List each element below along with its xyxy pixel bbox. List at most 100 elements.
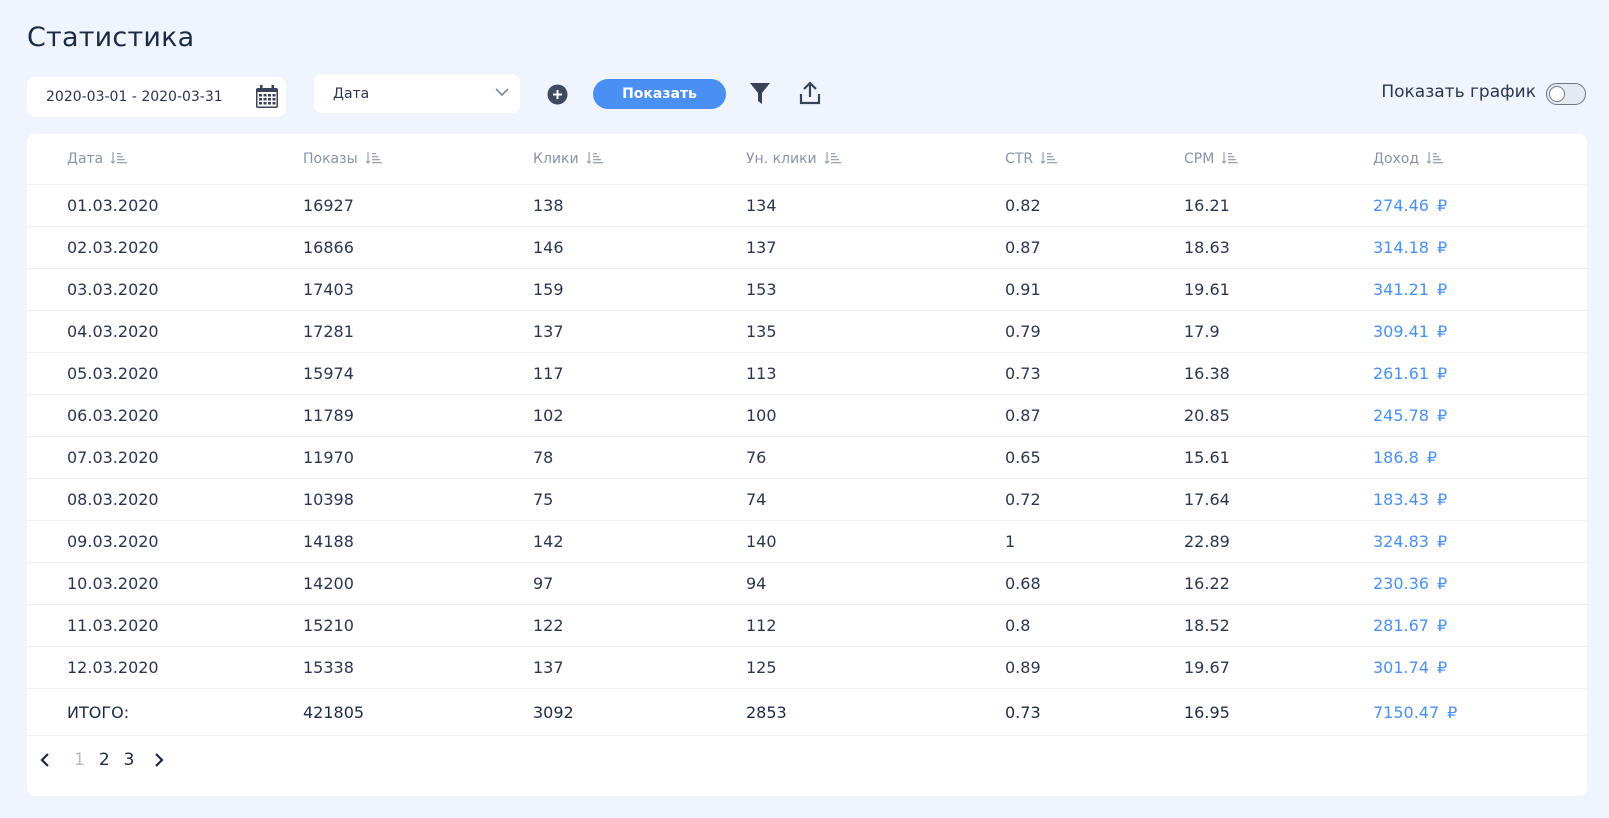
page-1-button[interactable]: 1 bbox=[74, 750, 85, 770]
chart-toggle[interactable] bbox=[1546, 83, 1586, 105]
cell-ctr: 0.87 bbox=[1005, 394, 1184, 437]
cell-clicks: 137 bbox=[533, 646, 746, 689]
group-by-select[interactable]: Дата bbox=[314, 74, 520, 113]
cell-date: 09.03.2020 bbox=[27, 520, 303, 563]
cell-unique-clicks: 2853 bbox=[746, 688, 1005, 736]
column-header-cpm[interactable]: CPM bbox=[1184, 134, 1373, 185]
column-header-date[interactable]: Дата bbox=[27, 134, 303, 185]
cell-date: 12.03.2020 bbox=[27, 646, 303, 689]
currency-symbol: ₽ bbox=[1436, 616, 1448, 635]
statistics-table-card: Дата Показы Клики Ун. клики CTR CPM Доход 01.0… bbox=[27, 134, 1587, 796]
sort-icon[interactable] bbox=[1221, 152, 1239, 164]
cell-impressions: 14188 bbox=[303, 520, 533, 563]
cell-clicks: 117 bbox=[533, 352, 746, 395]
income-value: 7150.47 bbox=[1373, 702, 1440, 722]
cell-cpm: 16.21 bbox=[1184, 184, 1373, 227]
cell-cpm: 18.63 bbox=[1184, 226, 1373, 269]
sort-icon[interactable] bbox=[1040, 152, 1058, 164]
column-header-ctr[interactable]: CTR bbox=[1005, 134, 1184, 185]
cell-unique-clicks: 112 bbox=[746, 604, 1005, 647]
filter-icon[interactable] bbox=[750, 83, 770, 105]
next-page-button[interactable] bbox=[154, 753, 165, 767]
chevron-left-icon bbox=[40, 753, 49, 767]
cell-ctr: 0.79 bbox=[1005, 310, 1184, 353]
cell-impressions: 15974 bbox=[303, 352, 533, 395]
cell-ctr: 0.73 bbox=[1005, 352, 1184, 395]
table-row: 04.03.2020 17281 137 135 0.79 17.9 309.41 ₽ bbox=[27, 310, 1587, 353]
currency-symbol: ₽ bbox=[1436, 196, 1448, 215]
chevron-down-icon bbox=[495, 88, 509, 97]
cell-date: 06.03.2020 bbox=[27, 394, 303, 437]
sort-icon[interactable] bbox=[1426, 152, 1444, 164]
column-header-label: Клики bbox=[533, 151, 579, 167]
income-value: 281.67 bbox=[1373, 616, 1429, 635]
toolbar: 2020-03-01 - 2020-03-31 Дата Показать По… bbox=[0, 0, 1609, 130]
cell-income: 183.43 ₽ bbox=[1373, 478, 1587, 521]
column-header-label: Ун. клики bbox=[746, 151, 817, 167]
prev-page-button[interactable] bbox=[40, 753, 50, 767]
cell-ctr: 0.91 bbox=[1005, 268, 1184, 311]
column-header-clicks[interactable]: Клики bbox=[533, 134, 746, 185]
statistics-table: Дата Показы Клики Ун. клики CTR CPM Доход 01.0… bbox=[27, 134, 1587, 736]
income-value: 341.21 bbox=[1373, 280, 1429, 299]
cell-income: 341.21 ₽ bbox=[1373, 268, 1587, 311]
table-row: 06.03.2020 11789 102 100 0.87 20.85 245.78 ₽ bbox=[27, 394, 1587, 437]
cell-cpm: 16.95 bbox=[1184, 688, 1373, 736]
sort-icon[interactable] bbox=[110, 152, 128, 164]
export-icon[interactable] bbox=[799, 81, 821, 105]
cell-cpm: 16.22 bbox=[1184, 562, 1373, 605]
sort-icon[interactable] bbox=[365, 152, 383, 164]
add-icon[interactable] bbox=[547, 84, 568, 105]
cell-impressions: 17403 bbox=[303, 268, 533, 311]
income-value: 274.46 bbox=[1373, 196, 1429, 215]
cell-cpm: 22.89 bbox=[1184, 520, 1373, 563]
column-header-unique-clicks[interactable]: Ун. клики bbox=[746, 134, 1005, 185]
cell-unique-clicks: 100 bbox=[746, 394, 1005, 437]
table-row: 02.03.2020 16866 146 137 0.87 18.63 314.18 ₽ bbox=[27, 226, 1587, 269]
income-value: 261.61 bbox=[1373, 364, 1429, 383]
income-value: 309.41 bbox=[1373, 322, 1429, 341]
cell-unique-clicks: 134 bbox=[746, 184, 1005, 227]
table-row: 05.03.2020 15974 117 113 0.73 16.38 261.61 ₽ bbox=[27, 352, 1587, 395]
cell-unique-clicks: 113 bbox=[746, 352, 1005, 395]
column-header-income[interactable]: Доход bbox=[1373, 134, 1587, 185]
table-row: 08.03.2020 10398 75 74 0.72 17.64 183.43 ₽ bbox=[27, 478, 1587, 521]
column-header-label: Доход bbox=[1373, 151, 1420, 167]
cell-clicks: 78 bbox=[533, 436, 746, 479]
income-value: 230.36 bbox=[1373, 574, 1429, 593]
column-header-impressions[interactable]: Показы bbox=[303, 134, 533, 185]
cell-unique-clicks: 153 bbox=[746, 268, 1005, 311]
cell-clicks: 75 bbox=[533, 478, 746, 521]
cell-income: 245.78 ₽ bbox=[1373, 394, 1587, 437]
cell-impressions: 17281 bbox=[303, 310, 533, 353]
income-value: 186.8 bbox=[1373, 448, 1419, 467]
date-range-picker[interactable]: 2020-03-01 - 2020-03-31 bbox=[27, 77, 286, 117]
cell-date: 07.03.2020 bbox=[27, 436, 303, 479]
cell-clicks: 146 bbox=[533, 226, 746, 269]
sort-icon[interactable] bbox=[824, 152, 842, 164]
income-value: 245.78 bbox=[1373, 406, 1429, 425]
date-range-value: 2020-03-01 - 2020-03-31 bbox=[46, 89, 223, 105]
cell-cpm: 17.9 bbox=[1184, 310, 1373, 353]
show-button[interactable]: Показать bbox=[593, 79, 726, 109]
sort-icon[interactable] bbox=[586, 152, 604, 164]
table-header-row: Дата Показы Клики Ун. клики CTR CPM Доход bbox=[27, 134, 1587, 185]
currency-symbol: ₽ bbox=[1436, 406, 1448, 425]
cell-cpm: 19.61 bbox=[1184, 268, 1373, 311]
page-2-button[interactable]: 2 bbox=[99, 750, 110, 770]
income-value: 314.18 bbox=[1373, 238, 1429, 257]
cell-date: ИТОГО: bbox=[27, 688, 303, 736]
calendar-icon[interactable] bbox=[255, 85, 279, 109]
table-row: 10.03.2020 14200 97 94 0.68 16.22 230.36 ₽ bbox=[27, 562, 1587, 605]
income-value: 183.43 bbox=[1373, 490, 1429, 509]
cell-income: 309.41 ₽ bbox=[1373, 310, 1587, 353]
cell-date: 11.03.2020 bbox=[27, 604, 303, 647]
cell-clicks: 142 bbox=[533, 520, 746, 563]
cell-ctr: 0.68 bbox=[1005, 562, 1184, 605]
table-row: 07.03.2020 11970 78 76 0.65 15.61 186.8 ₽ bbox=[27, 436, 1587, 479]
cell-ctr: 0.87 bbox=[1005, 226, 1184, 269]
cell-clicks: 3092 bbox=[533, 688, 746, 736]
cell-ctr: 0.89 bbox=[1005, 646, 1184, 689]
cell-income: 186.8 ₽ bbox=[1373, 436, 1587, 479]
page-3-button[interactable]: 3 bbox=[124, 750, 135, 770]
